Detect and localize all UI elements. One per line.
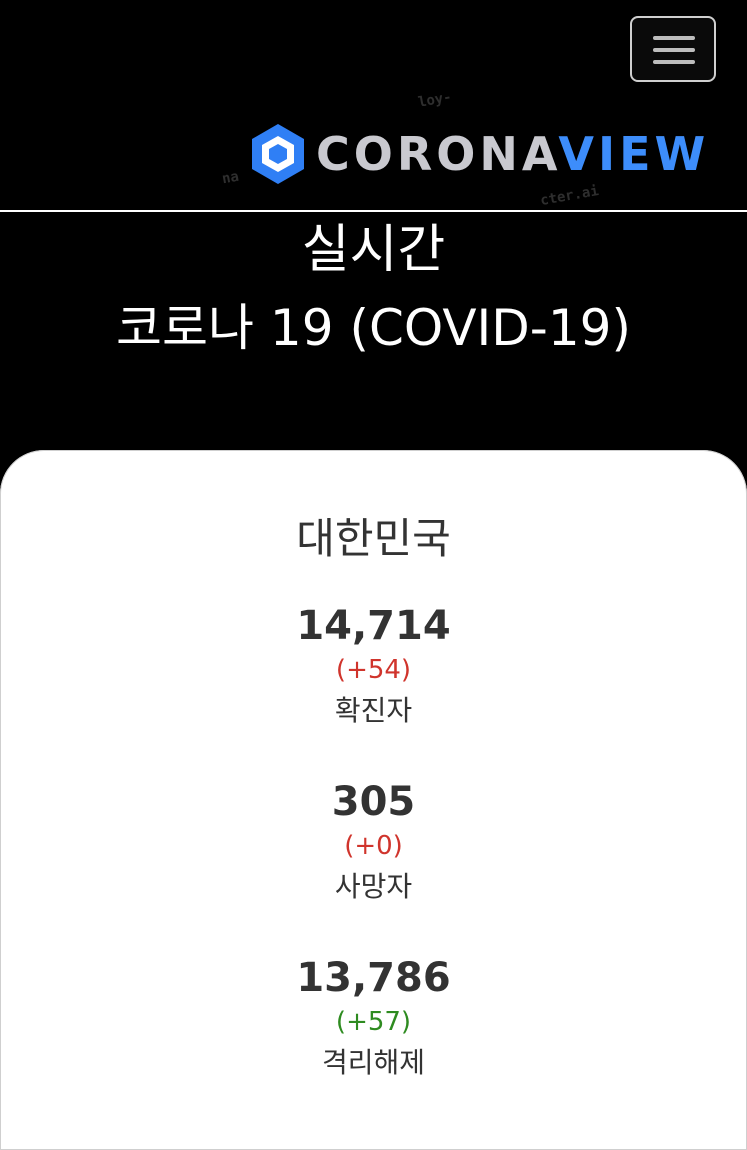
menu-toggle-button[interactable] [630, 16, 716, 82]
coronaview-logo[interactable]: CORONAVIEW [250, 122, 740, 188]
hexagon-logo-icon [252, 124, 304, 184]
logo-wordmark: CORONAVIEW [316, 126, 709, 182]
hamburger-menu-icon-bar [653, 60, 695, 64]
stat-value: 13,786 [296, 955, 451, 1001]
stat-change: (+57) [335, 1007, 412, 1037]
hamburger-menu-icon-bar [653, 48, 695, 52]
stat-confirmed: 14,714 (+54) 확진자 [0, 602, 747, 732]
stat-deaths: 305 (+0) 사망자 [0, 778, 747, 908]
stat-change: (+0) [344, 831, 403, 861]
stat-value: 14,714 [296, 603, 451, 649]
stat-change: (+54) [335, 655, 412, 685]
stat-recovered: 13,786 (+57) 격리해제 [0, 954, 747, 1084]
page-title-line1: 실시간 [301, 220, 446, 280]
stat-value: 305 [331, 779, 416, 825]
hamburger-menu-icon [653, 36, 695, 40]
page-title-line2: 코로나 19 (COVID-19) [116, 299, 631, 357]
watermark: loy- [416, 89, 453, 111]
stat-label: 격리해제 [321, 1046, 426, 1079]
watermark: na [220, 168, 241, 188]
app-header: loy- na cter.ai CORONAVIEW [0, 0, 747, 210]
logo-text-view: VIEW [558, 127, 710, 181]
page-title: 실시간 코로나 19 (COVID-19) [0, 212, 747, 368]
stat-label: 사망자 [334, 870, 413, 903]
country-name: 대한민국 [296, 514, 451, 563]
stat-label: 확진자 [334, 694, 413, 727]
logo-text-corona: CORONA [316, 127, 559, 181]
